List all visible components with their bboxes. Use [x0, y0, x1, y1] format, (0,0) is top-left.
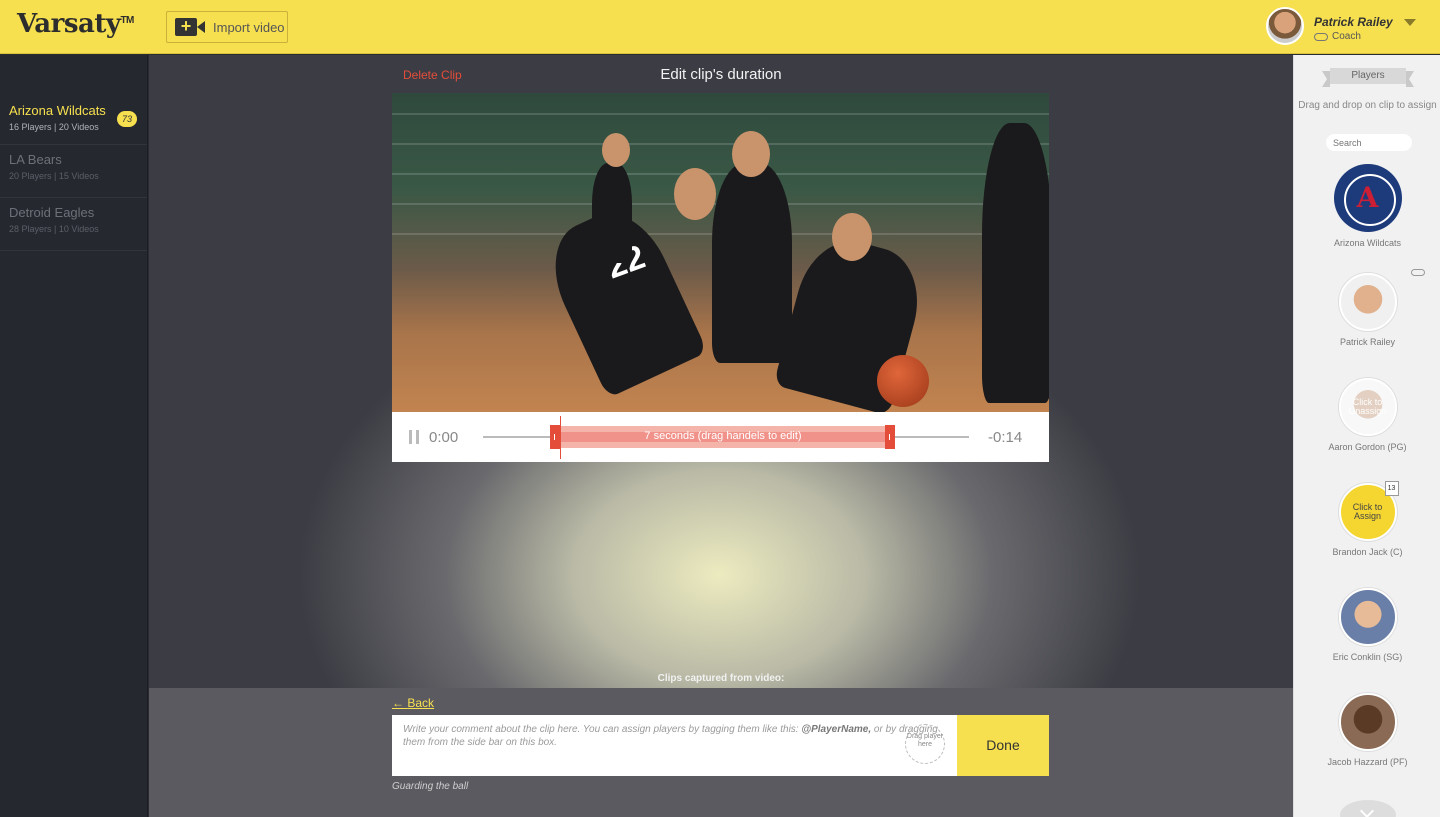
playhead[interactable] — [560, 416, 561, 459]
player-card[interactable]: Patrick Railey — [1294, 269, 1440, 347]
tag-example: @PlayerName, — [801, 724, 872, 735]
whistle-icon — [1411, 269, 1425, 276]
team-meta: 20 Players | 15 Videos — [9, 171, 99, 181]
trim-start-handle[interactable] — [550, 425, 560, 449]
player-name: Eric Conklin (SG) — [1332, 652, 1403, 662]
comment-field[interactable]: Write your comment about the clip here. … — [392, 715, 957, 776]
clips-caption: Clips captured from video: — [657, 673, 785, 684]
avatar — [1338, 588, 1397, 646]
top-bar: VarsatyTM + Import video Patrick Railey … — [0, 0, 1440, 54]
whistle-icon — [1314, 32, 1328, 41]
jersey-icon: 13 — [1384, 481, 1399, 496]
player-card[interactable]: Click to Unassign Aaron Gordon (PG) — [1294, 378, 1440, 452]
player-head — [732, 131, 770, 177]
import-video-label: Import video — [213, 19, 285, 35]
logo[interactable]: VarsatyTM — [17, 9, 134, 39]
player-drop-zone[interactable]: Drag player here — [905, 724, 945, 764]
players-sidebar: Players Drag and drop on clip to assign … — [1293, 55, 1440, 817]
user-name: Patrick Railey — [1314, 15, 1393, 29]
players-ribbon: Players — [1322, 68, 1414, 87]
player-name: Aaron Gordon (PG) — [1328, 442, 1407, 452]
search-input[interactable] — [1326, 134, 1412, 151]
avatar — [1338, 273, 1397, 331]
team-name: LA Bears — [9, 152, 62, 167]
avatar — [1266, 7, 1304, 45]
player-figure — [592, 163, 632, 263]
team-name: Detroid Eagles — [9, 205, 95, 220]
player-card[interactable]: Click to Assign 13 Brandon Jack (C) — [1294, 481, 1440, 557]
player-card[interactable]: Jacob Hazzard (PF) — [1294, 693, 1440, 767]
done-button[interactable]: Done — [957, 715, 1049, 776]
team-logo: A — [1333, 164, 1402, 232]
sidebar-item-arizona-wildcats[interactable]: Arizona Wildcats 16 Players | 20 Videos … — [0, 55, 147, 145]
team-sidebar: Arizona Wildcats 16 Players | 20 Videos … — [0, 55, 148, 817]
sidebar-item-detroid-eagles[interactable]: Detroid Eagles 28 Players | 10 Videos — [0, 198, 147, 251]
selected-range[interactable]: 7 seconds (drag handels to edit) — [556, 426, 890, 448]
notification-badge: 73 — [117, 111, 137, 127]
scroll-down-button[interactable] — [1340, 800, 1396, 817]
import-video-button[interactable]: + Import video — [166, 11, 288, 43]
range-label: 7 seconds (drag handels to edit) — [644, 430, 802, 442]
avatar: Click to Assign 13 — [1338, 481, 1399, 541]
avatar — [1338, 693, 1397, 751]
basketball — [877, 355, 929, 407]
chevron-down-icon[interactable] — [1404, 19, 1416, 26]
trademark: TM — [120, 15, 134, 26]
player-head — [832, 213, 872, 261]
avatar: Click to Unassign — [1338, 378, 1397, 436]
pause-icon[interactable] — [409, 430, 419, 444]
player-figure — [982, 123, 1049, 403]
unassign-overlay[interactable]: Click to Unassign — [1340, 380, 1395, 434]
video-frame[interactable]: 22 — [392, 93, 1049, 412]
user-role: Coach — [1314, 31, 1361, 42]
trim-end-handle[interactable] — [885, 425, 895, 449]
player-name: Jacob Hazzard (PF) — [1327, 757, 1408, 767]
player-card[interactable]: Eric Conklin (SG) — [1294, 588, 1440, 662]
team-meta: 28 Players | 10 Videos — [9, 224, 99, 234]
clip-name: Guarding the ball — [392, 781, 469, 792]
player-name: Arizona Wildcats — [1333, 238, 1402, 248]
team-card[interactable]: A Arizona Wildcats — [1294, 164, 1440, 248]
time-remaining: -0:14 — [988, 429, 1023, 446]
player-figure — [712, 163, 792, 363]
player-head — [674, 168, 716, 220]
player-head — [602, 133, 630, 167]
trim-controls: 0:00 7 seconds (drag handels to edit) -0… — [392, 412, 1049, 462]
player-name: Brandon Jack (C) — [1332, 547, 1403, 557]
back-link[interactable]: ← Back — [392, 696, 434, 710]
user-menu[interactable]: Patrick Railey Coach — [1266, 7, 1426, 47]
page-title: Edit clip's duration — [660, 66, 782, 83]
drag-hint: Drag and drop on clip to assign — [1298, 100, 1437, 111]
sidebar-item-la-bears[interactable]: LA Bears 20 Players | 15 Videos — [0, 145, 147, 198]
video-camera-icon: + — [175, 17, 205, 36]
clip-editor: Delete Clip Edit clip's duration 22 0:00… — [149, 55, 1293, 817]
player-name: Patrick Railey — [1339, 337, 1395, 347]
time-current: 0:00 — [429, 429, 459, 446]
